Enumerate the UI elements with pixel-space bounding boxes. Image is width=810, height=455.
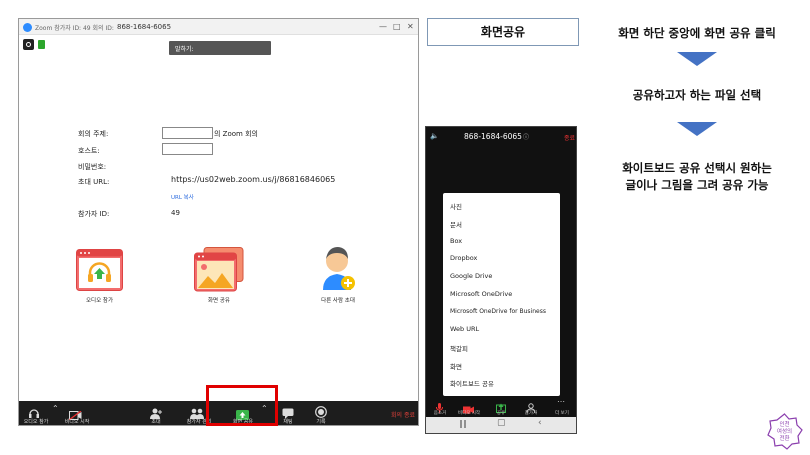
more-icon[interactable]: ⋯ [557, 397, 565, 406]
share-screen-caption: 화면 공유 [208, 298, 230, 304]
copy-url-link[interactable]: URL 복사 [171, 193, 194, 201]
menu-item-onedrive-business[interactable]: Microsoft OneDrive for Business [450, 308, 546, 315]
invite-others-caption: 다른 사람 초대 [321, 298, 355, 304]
menu-item-screen[interactable]: 화면 [450, 361, 462, 371]
info-icon[interactable] [23, 39, 34, 50]
phone-end-button[interactable]: 종료 [564, 133, 575, 142]
menu-item-bookmark[interactable]: 책갈피 [450, 343, 468, 353]
share-screen-tile[interactable] [194, 247, 244, 297]
phone-meeting-toolbar: 음소거 비디오 시작 공유 참가자 ⋯ 더 보기 [426, 397, 576, 417]
phone-share-label: 공유 [496, 411, 506, 416]
step-1-text: 화면 하단 중앙에 화면 공유 클릭 [618, 26, 776, 40]
participant-id-value: 49 [171, 209, 180, 217]
home-icon[interactable]: ▢ [497, 418, 506, 428]
invite-url: https://us02web.zoom.us/j/86816846065 [171, 175, 336, 184]
speaker-icon[interactable]: 🔈 [430, 132, 439, 140]
phone-video-label: 비디오 시작 [457, 411, 481, 416]
zoom-meeting-window: Zoom 참가자 ID: 49 회의 ID: 868-1684-6065 — □… [18, 18, 419, 426]
back-icon[interactable]: ‹ [538, 418, 542, 428]
host-label: 호스트: [78, 147, 100, 155]
headphone-icon [76, 249, 123, 291]
down-arrow-icon [677, 52, 717, 66]
password-label: 비밀번호: [78, 163, 107, 171]
step-3-text-line-1: 화이트보드 공유 선택시 원하는 [622, 161, 772, 175]
step-2-text: 공유하고자 하는 파일 선택 [632, 88, 762, 102]
topic-name-field [162, 127, 213, 139]
step-3-text-line-2: 글이나 그림을 그려 공유 가능 [625, 178, 769, 192]
audio-options-chevron-up-icon[interactable]: ⌃ [52, 404, 59, 413]
phone-participants-label: 참가자 [524, 411, 538, 416]
share-screen-highlight-box [206, 385, 278, 426]
close-icon[interactable]: ✕ [407, 22, 414, 31]
menu-item-whiteboard[interactable]: 화이트보드 공유 [450, 378, 494, 388]
host-name-field [162, 143, 213, 155]
end-meeting-button[interactable]: 회의 종료 [391, 410, 415, 419]
menu-item-photo[interactable]: 사진 [450, 201, 462, 211]
menu-item-google-drive[interactable]: Google Drive [450, 272, 492, 280]
mute-label: 음소거 [433, 411, 447, 416]
join-audio-label: 오디오 참가 [23, 419, 49, 425]
menu-item-onedrive[interactable]: Microsoft OneDrive [450, 290, 512, 298]
menu-item-web-url[interactable]: Web URL [450, 325, 479, 333]
logo-stamp: 인천 여성의 전환 [766, 413, 803, 450]
record-icon [315, 406, 327, 418]
topic-suffix: 의 Zoom 회의 [214, 130, 258, 138]
invite-url-label: 초대 URL: [78, 178, 110, 186]
recent-apps-icon[interactable]: ‖‖ [459, 419, 467, 428]
share-screen-icon [194, 247, 244, 292]
svg-text:전환: 전환 [779, 434, 789, 442]
section-heading: 화면공유 [427, 18, 579, 46]
android-nav-bar: ‖‖ ▢ ‹ [426, 417, 576, 433]
join-audio-tile[interactable] [76, 249, 123, 295]
user-add-icon [323, 247, 355, 290]
join-audio-caption: 오디오 참가 [85, 298, 114, 304]
phone-meeting-id: 868-1684-6065 [464, 132, 522, 141]
topic-label: 회의 주제: [78, 130, 109, 138]
more-label: 더 보기 [555, 411, 569, 416]
svg-text:여성의: 여성의 [777, 427, 792, 435]
start-video-label: 비디오 시작 [64, 419, 90, 425]
mobile-zoom-screen: 🔈 868-1684-6065 ⓘ 종료 사진 문서 Box Dropbox G… [425, 126, 577, 434]
share-source-menu: 사진 문서 Box Dropbox Google Drive Microsoft… [443, 193, 560, 396]
logo-badge-icon: 인천 여성의 전환 [767, 413, 803, 450]
maximize-icon[interactable]: □ [393, 22, 401, 31]
minimize-icon[interactable]: — [379, 22, 387, 31]
menu-item-document[interactable]: 문서 [450, 219, 462, 229]
down-arrow-icon [677, 122, 717, 136]
invite-label: 초대 [151, 419, 161, 425]
window-title: Zoom 참가자 ID: 49 회의 ID: [35, 25, 114, 32]
participant-id-label: 참가자 ID: [78, 210, 110, 218]
meeting-id: 868-1684-6065 [117, 23, 172, 31]
lock-icon[interactable] [38, 40, 45, 49]
chat-label: 채팅 [283, 419, 293, 425]
svg-text:인천: 인천 [779, 420, 789, 428]
invite-others-tile[interactable] [317, 245, 357, 297]
phone-info-icon[interactable]: ⓘ [523, 132, 529, 141]
zoom-title-bar: Zoom 참가자 ID: 49 회의 ID: 868-1684-6065 — □… [19, 19, 418, 35]
record-label: 기록 [316, 419, 326, 425]
zoom-logo-icon [23, 23, 32, 32]
speaking-indicator: 말하기: [169, 41, 271, 55]
menu-item-dropbox[interactable]: Dropbox [450, 254, 477, 262]
menu-item-box[interactable]: Box [450, 237, 462, 245]
